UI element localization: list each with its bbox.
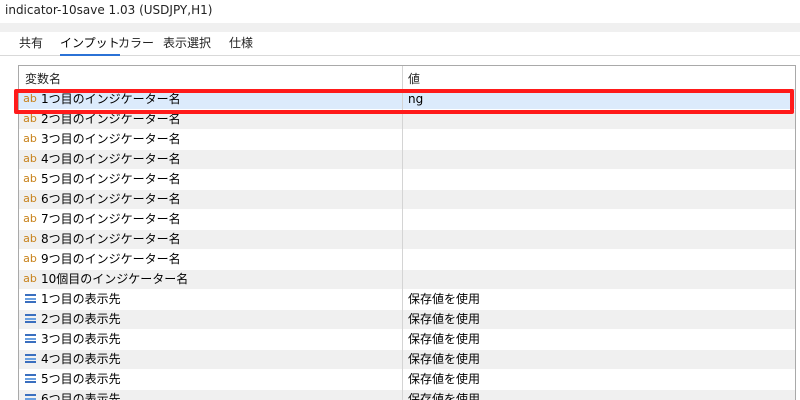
param-name: 10個目のインジケーター名 bbox=[41, 272, 189, 286]
param-name: 9つ目のインジケーター名 bbox=[41, 252, 181, 266]
enum-type-icon bbox=[22, 352, 38, 366]
param-value[interactable]: 保存値を使用 bbox=[408, 332, 480, 347]
enum-type-icon bbox=[22, 332, 38, 346]
param-name: 3つ目の表示先 bbox=[41, 332, 121, 346]
list-icon bbox=[24, 313, 36, 324]
tab-colors[interactable]: カラー bbox=[118, 34, 154, 54]
param-row[interactable]: ab 3つ目のインジケーター名 bbox=[19, 130, 795, 150]
highlight-box bbox=[14, 89, 794, 114]
list-icon bbox=[24, 333, 36, 344]
tab-visualization[interactable]: 表示選択 bbox=[163, 34, 211, 54]
param-row[interactable]: ab 6つ目のインジケーター名 bbox=[19, 190, 795, 210]
param-name: 5つ目のインジケーター名 bbox=[41, 172, 181, 186]
param-name: 5つ目の表示先 bbox=[41, 372, 121, 386]
param-name: 6つ目のインジケーター名 bbox=[41, 192, 181, 206]
enum-type-icon bbox=[22, 312, 38, 326]
param-value[interactable]: 保存値を使用 bbox=[408, 372, 480, 387]
column-divider bbox=[402, 190, 403, 210]
header-value[interactable]: 値 bbox=[408, 70, 420, 87]
param-row[interactable]: 4つ目の表示先 保存値を使用 bbox=[19, 350, 795, 370]
column-divider bbox=[402, 330, 403, 350]
param-name: 7つ目のインジケーター名 bbox=[41, 212, 181, 226]
param-row[interactable]: ab 7つ目のインジケーター名 bbox=[19, 210, 795, 230]
param-row[interactable]: 3つ目の表示先 保存値を使用 bbox=[19, 330, 795, 350]
param-value[interactable]: 保存値を使用 bbox=[408, 312, 480, 327]
param-row[interactable]: ab 4つ目のインジケーター名 bbox=[19, 150, 795, 170]
window-title: indicator-10save 1.03 (USDJPY,H1) bbox=[0, 0, 800, 23]
list-icon bbox=[24, 353, 36, 364]
param-value[interactable]: 保存値を使用 bbox=[408, 392, 480, 400]
string-type-icon: ab bbox=[23, 252, 37, 265]
column-divider bbox=[402, 250, 403, 270]
column-divider bbox=[402, 290, 403, 310]
tab-inputs[interactable]: インプット bbox=[60, 34, 120, 56]
grid-header: 変数名 値 bbox=[19, 66, 795, 90]
param-row[interactable]: 2つ目の表示先 保存値を使用 bbox=[19, 310, 795, 330]
enum-type-icon bbox=[22, 392, 38, 400]
tab-common[interactable]: 共有 bbox=[19, 34, 43, 54]
column-divider bbox=[402, 170, 403, 190]
string-type-icon: ab bbox=[23, 152, 37, 165]
param-name: 8つ目のインジケーター名 bbox=[41, 232, 181, 246]
string-type-icon: ab bbox=[23, 212, 37, 225]
column-divider bbox=[402, 210, 403, 230]
param-row[interactable]: 6つ目の表示先 保存値を使用 bbox=[19, 390, 795, 400]
enum-type-icon bbox=[22, 292, 38, 306]
column-divider bbox=[402, 310, 403, 330]
param-row[interactable]: ab 5つ目のインジケーター名 bbox=[19, 170, 795, 190]
string-type-icon: ab bbox=[23, 272, 37, 285]
list-icon bbox=[24, 393, 36, 400]
param-row[interactable]: 5つ目の表示先 保存値を使用 bbox=[19, 370, 795, 390]
tab-bar: 共有 インプット カラー 表示選択 仕様 bbox=[0, 32, 800, 56]
string-type-icon: ab bbox=[23, 192, 37, 205]
header-divider[interactable] bbox=[402, 66, 403, 89]
param-name: 3つ目のインジケーター名 bbox=[41, 132, 181, 146]
param-name: 4つ目のインジケーター名 bbox=[41, 152, 181, 166]
column-divider bbox=[402, 130, 403, 150]
column-divider bbox=[402, 350, 403, 370]
column-divider bbox=[402, 390, 403, 400]
string-type-icon: ab bbox=[23, 112, 37, 125]
param-value[interactable]: 保存値を使用 bbox=[408, 292, 480, 307]
column-divider bbox=[402, 230, 403, 250]
enum-type-icon bbox=[22, 372, 38, 386]
param-row[interactable]: ab 8つ目のインジケーター名 bbox=[19, 230, 795, 250]
column-divider bbox=[402, 370, 403, 390]
param-name: 1つ目の表示先 bbox=[41, 292, 121, 306]
param-name: 2つ目の表示先 bbox=[41, 312, 121, 326]
param-row[interactable]: 1つ目の表示先 保存値を使用 bbox=[19, 290, 795, 310]
param-row[interactable]: ab 10個目のインジケーター名 bbox=[19, 270, 795, 290]
tab-dependencies[interactable]: 仕様 bbox=[229, 34, 253, 54]
column-divider bbox=[402, 270, 403, 290]
header-variable-name[interactable]: 変数名 bbox=[25, 70, 61, 87]
column-divider bbox=[402, 150, 403, 170]
string-type-icon: ab bbox=[23, 132, 37, 145]
string-type-icon: ab bbox=[23, 232, 37, 245]
list-icon bbox=[24, 293, 36, 304]
string-type-icon: ab bbox=[23, 172, 37, 185]
param-value[interactable]: 保存値を使用 bbox=[408, 352, 480, 367]
param-name: 2つ目のインジケーター名 bbox=[41, 112, 181, 126]
title-separator bbox=[0, 23, 800, 32]
param-row[interactable]: ab 9つ目のインジケーター名 bbox=[19, 250, 795, 270]
list-icon bbox=[24, 373, 36, 384]
param-name: 4つ目の表示先 bbox=[41, 352, 121, 366]
inputs-grid: 変数名 値 ab 1つ目のインジケーター名 ng ab 2つ目のインジケーター名 ab 3つ… bbox=[18, 65, 796, 400]
param-name: 6つ目の表示先 bbox=[41, 392, 121, 400]
